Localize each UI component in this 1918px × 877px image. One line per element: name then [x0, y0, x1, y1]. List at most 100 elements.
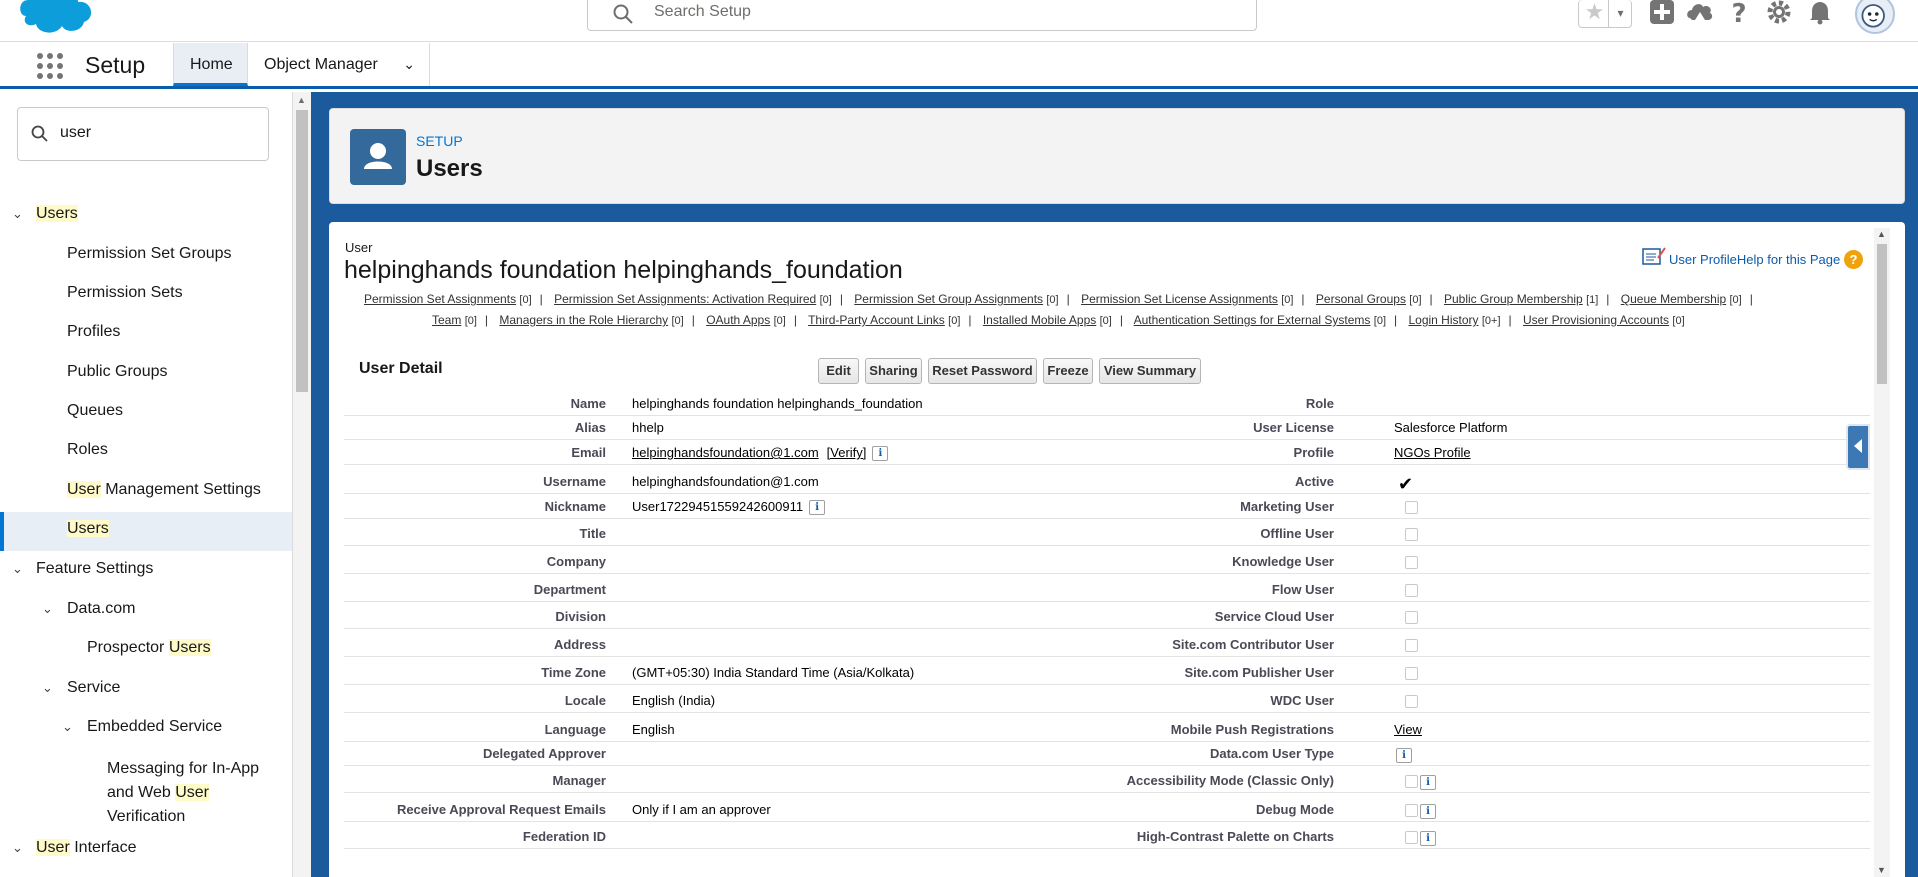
setup-search-input[interactable]: Search Setup — [587, 0, 1257, 31]
rl-authentication-settings[interactable]: Authentication Settings for External Sys… — [1134, 313, 1371, 327]
chevron-down-icon[interactable]: ▾ — [1609, 0, 1632, 27]
chevron-down-icon[interactable]: ⌄ — [42, 601, 53, 617]
sidebar-item-public-groups[interactable]: Public Groups — [67, 363, 168, 381]
sidebar-item-permission-sets[interactable]: Permission Sets — [67, 284, 183, 302]
sidebar-item-prospector-users[interactable]: Prospector Users — [87, 639, 211, 657]
scroll-up-arrow-icon[interactable]: ▲ — [297, 95, 306, 105]
sidebar-item-permission-set-groups[interactable]: Permission Set Groups — [67, 245, 232, 263]
checkbox — [1405, 584, 1418, 597]
sharing-button[interactable]: Sharing — [865, 358, 922, 384]
reset-password-button[interactable]: Reset Password — [928, 358, 1037, 384]
sidebar-item-label: and Web — [107, 784, 176, 801]
info-icon[interactable]: i — [1420, 804, 1436, 819]
field-label: Service Cloud User — [1214, 609, 1334, 624]
verify-link[interactable]: [Verify] — [827, 445, 867, 460]
rl-login-history[interactable]: Login History — [1408, 313, 1478, 327]
field-value: hhelp — [632, 420, 664, 435]
sidebar-scrollbar[interactable]: ▲ — [293, 92, 311, 877]
trailhead-icon[interactable] — [1686, 0, 1714, 28]
view-push-registrations-link[interactable]: View — [1394, 722, 1422, 737]
field-value: (GMT+05:30) India Standard Time (Asia/Ko… — [632, 665, 915, 680]
rl-public-group-membership[interactable]: Public Group Membership — [1444, 292, 1583, 306]
info-icon[interactable]: i — [1420, 831, 1436, 846]
content-scrollbar[interactable]: ▲ ▼ — [1874, 228, 1890, 877]
info-icon[interactable]: i — [1396, 748, 1412, 763]
scroll-down-arrow-icon[interactable]: ▼ — [1877, 865, 1886, 875]
rl-installed-mobile-apps[interactable]: Installed Mobile Apps — [983, 313, 1096, 327]
info-icon[interactable]: i — [1420, 775, 1436, 790]
chevron-down-icon[interactable]: ⌄ — [12, 840, 23, 856]
profile-link[interactable]: NGOs Profile — [1394, 445, 1471, 460]
app-name: Setup — [85, 52, 146, 78]
sidebar-item-label: Messaging for In-App — [107, 760, 260, 777]
rl-user-provisioning-accounts[interactable]: User Provisioning Accounts — [1523, 313, 1669, 327]
sidebar-item-roles[interactable]: Roles — [67, 441, 108, 459]
rl-permission-set-assignments[interactable]: Permission Set Assignments — [364, 292, 516, 306]
bell-icon[interactable] — [1806, 0, 1834, 28]
quick-find-input[interactable]: user — [17, 107, 269, 161]
checkbox — [1405, 695, 1418, 708]
page-title: Users — [416, 155, 483, 182]
field-label: Name — [570, 396, 606, 411]
sidebar-item-queues[interactable]: Queues — [67, 402, 123, 420]
tab-object-manager[interactable]: Object Manager ⌄ — [248, 43, 430, 86]
avatar[interactable] — [1855, 0, 1895, 34]
rl-third-party-account-links[interactable]: Third-Party Account Links — [808, 313, 945, 327]
field-label: Role — [1305, 396, 1334, 411]
star-icon[interactable]: ★ — [1581, 0, 1609, 27]
sidebar-item-profiles[interactable]: Profiles — [67, 323, 120, 341]
sidebar-item-users[interactable]: Users — [67, 520, 109, 538]
edit-button[interactable]: Edit — [818, 358, 859, 384]
tree-label-highlight: Users — [168, 639, 211, 656]
tree-label-highlight: User — [67, 481, 101, 498]
scroll-up-arrow-icon[interactable]: ▲ — [1877, 229, 1886, 239]
help-icon[interactable]: ? — [1725, 0, 1753, 28]
app-launcher-icon[interactable] — [36, 52, 64, 80]
checkbox — [1405, 667, 1418, 680]
detail-row: Company Knowledge User — [344, 550, 1870, 574]
app-nav-bar: Setup Home Object Manager ⌄ — [0, 43, 1918, 89]
rl-managers-role-hierarchy[interactable]: Managers in the Role Hierarchy — [499, 313, 668, 327]
rl-permission-set-group-assignments[interactable]: Permission Set Group Assignments — [854, 292, 1043, 306]
selected-row-highlight — [0, 512, 292, 551]
help-for-page-link[interactable]: User ProfileHelp for this Page — [1669, 252, 1840, 267]
rl-permission-set-license-assignments[interactable]: Permission Set License Assignments — [1081, 292, 1278, 306]
chevron-down-icon[interactable]: ⌄ — [12, 561, 23, 577]
chevron-down-icon[interactable]: ⌄ — [62, 719, 73, 735]
detail-row: Alias hhelp User License Salesforce Platfor… — [344, 416, 1870, 440]
detail-row: Delegated Approver Data.com User Type i — [344, 742, 1870, 766]
favorites-button[interactable]: ★ ▾ — [1578, 0, 1632, 28]
chevron-down-icon[interactable]: ⌄ — [42, 680, 53, 696]
detail-label-cell: Language — [344, 718, 606, 742]
sidebar-item-user-management-settings[interactable]: User Management Settings — [67, 481, 261, 499]
sidebar-item-messaging-user-verification[interactable]: Messaging for In-App and Web User Verifi… — [107, 757, 259, 829]
field-label: Delegated Approver — [482, 746, 606, 761]
chevron-down-icon[interactable]: ⌄ — [12, 206, 23, 222]
plus-icon[interactable] — [1648, 0, 1676, 28]
page-eyebrow: SETUP — [416, 133, 463, 149]
email-link[interactable]: helpinghandsfoundation@1.com — [632, 445, 819, 460]
info-icon[interactable]: i — [872, 446, 889, 461]
tab-home[interactable]: Home — [173, 43, 248, 86]
info-icon[interactable]: i — [809, 500, 826, 515]
freeze-button[interactable]: Freeze — [1043, 358, 1093, 384]
help-icon[interactable]: ? — [1844, 250, 1863, 269]
gear-icon[interactable] — [1765, 0, 1793, 28]
detail-label-cell: Federation ID — [344, 825, 606, 849]
tab-home-label: Home — [190, 56, 233, 73]
rl-personal-groups[interactable]: Personal Groups — [1316, 292, 1406, 306]
checkbox — [1405, 831, 1418, 844]
field-label: Active — [1294, 474, 1334, 489]
salesforce-cloud-logo[interactable] — [18, 0, 96, 36]
collapse-panel-tab[interactable] — [1846, 424, 1870, 470]
chevron-left-icon[interactable] — [1854, 439, 1862, 453]
scrollbar-thumb[interactable] — [296, 110, 308, 392]
detail-label-cell: Delegated Approver — [344, 742, 606, 766]
view-summary-button[interactable]: View Summary — [1099, 358, 1201, 384]
chevron-down-icon[interactable]: ⌄ — [403, 43, 415, 86]
rl-permission-set-assignments-activation[interactable]: Permission Set Assignments: Activation R… — [554, 292, 816, 306]
rl-oauth-apps[interactable]: OAuth Apps — [706, 313, 770, 327]
rl-team[interactable]: Team — [432, 313, 461, 327]
rl-queue-membership[interactable]: Queue Membership — [1621, 292, 1726, 306]
scrollbar-thumb[interactable] — [1877, 244, 1887, 384]
